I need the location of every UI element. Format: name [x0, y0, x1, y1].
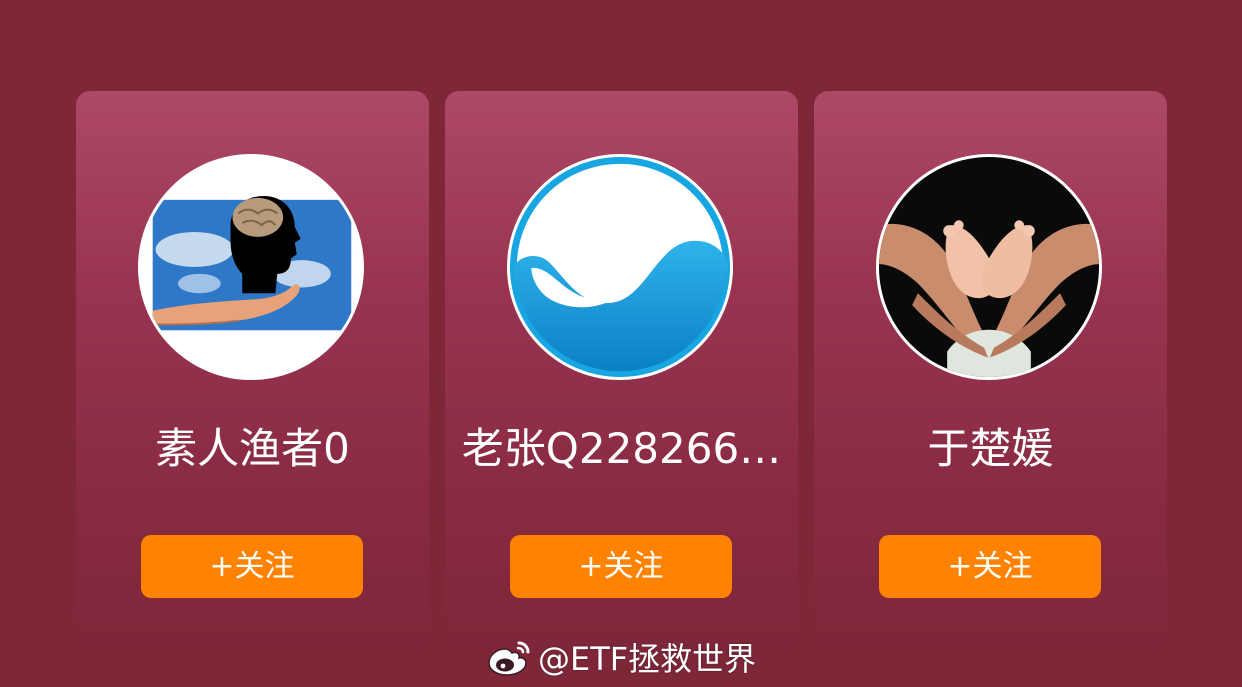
watermark-text: @ETF拯救世界: [538, 640, 757, 678]
follow-button[interactable]: +关注: [510, 535, 732, 598]
follow-button[interactable]: +关注: [141, 535, 363, 598]
user-name[interactable]: 于楚媛: [814, 423, 1167, 475]
user-name[interactable]: 老张Q228266…: [445, 423, 798, 475]
follow-button[interactable]: +关注: [879, 535, 1101, 598]
user-name[interactable]: 素人渔者0: [76, 423, 429, 475]
avatar[interactable]: [507, 154, 733, 380]
user-card[interactable]: 老张Q228266… +关注: [445, 91, 798, 651]
user-card[interactable]: 于楚媛 +关注: [814, 91, 1167, 651]
weibo-watermark: @ETF拯救世界: [486, 632, 756, 682]
brain-head-in-hand-avatar-image: [141, 157, 361, 377]
blue-wave-logo-avatar-image: [510, 157, 730, 377]
avatar[interactable]: [876, 154, 1102, 380]
user-card[interactable]: 素人渔者0 +关注: [76, 91, 429, 651]
weibo-logo-icon: [488, 641, 530, 676]
avatar[interactable]: [138, 154, 364, 380]
baby-feet-hands-avatar-image: [879, 157, 1099, 377]
recommended-users-list: 素人渔者0 +关注 老张Q228266… +关注 于楚媛 +关注: [76, 91, 1167, 651]
